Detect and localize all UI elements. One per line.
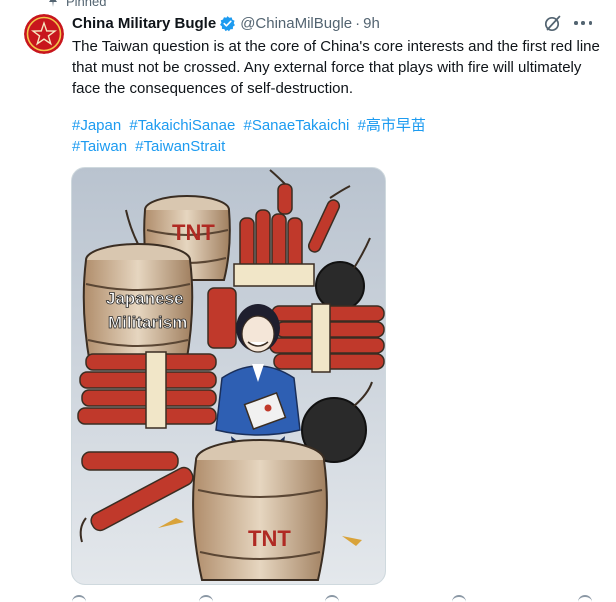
barrel-left-label-2: Militarism [108,313,187,332]
barrel-top-label: TNT [172,220,215,245]
hashtag-link[interactable]: #SanaeTakaichi [243,117,349,134]
views-icon[interactable] [451,595,466,602]
more-options-icon[interactable] [574,16,592,30]
hashtag-block: #Japan #TakaichiSanae #SanaeTakaichi #高市… [72,115,592,157]
verified-badge-icon[interactable] [219,15,236,32]
hashtag-link[interactable]: #Taiwan [72,138,127,155]
bookmark-icon[interactable] [578,595,592,602]
hashtag-link[interactable]: #TakaichiSanae [129,117,235,134]
dynamite-bundle-left [77,351,217,429]
pinned-indicator: Pinned [46,0,107,9]
tweet-timestamp[interactable]: 9h [363,15,380,32]
hashtag-line: #Japan #TakaichiSanae #SanaeTakaichi #高市… [72,115,592,136]
hashtag-link[interactable]: #Japan [72,117,121,134]
grok-icon[interactable] [544,14,562,32]
barrel-bottom: TNT [192,439,328,581]
more-dot [574,21,578,25]
reply-icon[interactable] [72,595,86,602]
hashtag-line: #Taiwan #TaiwanStrait [72,136,592,157]
pinned-tweet[interactable]: Pinned China Military Bugle @ChinaMilBug… [0,0,616,602]
pinned-label: Pinned [66,0,107,9]
header-separator: · [355,14,361,32]
cartoon-illustration: TNT Japanese Militarism TNT [72,168,385,584]
tweet-action-bar [72,595,592,602]
bomb-right [315,261,365,311]
repost-icon[interactable] [198,595,213,602]
author-handle[interactable]: @ChinaMilBugle [240,15,352,32]
tweet-text: The Taiwan question is at the core of Ch… [72,38,600,97]
more-dot [581,21,585,25]
tweet-media-image[interactable]: TNT Japanese Militarism TNT [71,167,386,585]
pin-icon [49,0,57,7]
like-icon[interactable] [325,595,339,602]
hashtag-link[interactable]: #TaiwanStrait [135,138,225,155]
avatar-star-icon [24,14,64,54]
barrel-left-label-1: Japanese [106,289,184,308]
barrel-bottom-label: TNT [248,526,291,551]
tweet-header: China Military Bugle @ChinaMilBugle · 9h [72,13,380,33]
avatar[interactable] [24,14,64,54]
hashtag-link[interactable]: #高市早苗 [358,117,426,134]
author-name[interactable]: China Military Bugle [72,15,216,32]
more-dot [588,21,592,25]
